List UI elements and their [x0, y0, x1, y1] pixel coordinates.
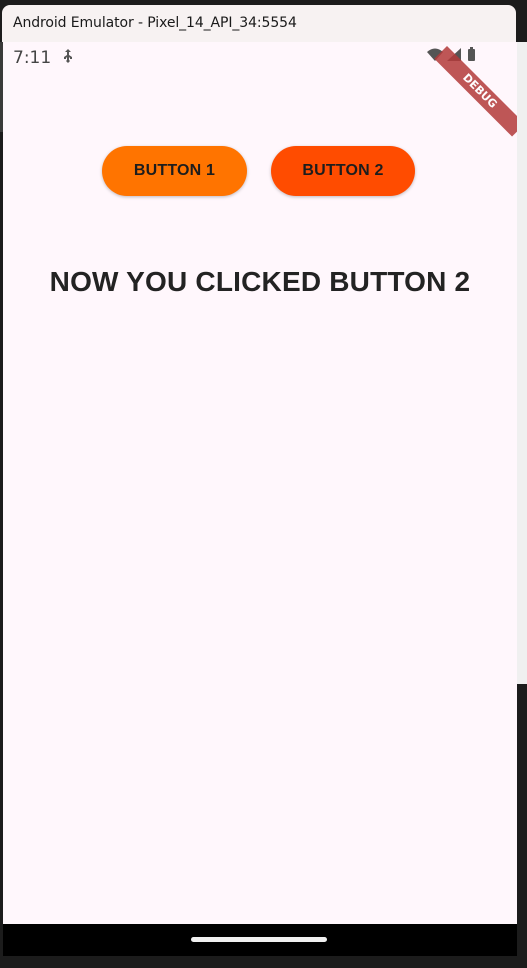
button-1[interactable]: BUTTON 1 — [102, 146, 247, 196]
clicked-message: NOW YOU CLICKED BUTTON 2 — [49, 266, 471, 297]
button-2[interactable]: BUTTON 2 — [271, 146, 415, 196]
window-title: Android Emulator - Pixel_14_API_34:5554 — [13, 15, 297, 31]
battery-icon — [468, 47, 475, 61]
window-right-edge-dark — [517, 684, 527, 968]
device-screen: 7:11 DEBUG BUTTON 1 BUTTON 2 NOW YOU CLI… — [3, 42, 517, 924]
window-titlebar[interactable]: Android Emulator - Pixel_14_API_34:5554 — [2, 5, 516, 42]
window-bottom-edge — [0, 956, 527, 968]
emulator-window: Android Emulator - Pixel_14_API_34:5554 … — [0, 0, 527, 968]
home-gesture-handle[interactable] — [191, 937, 327, 942]
window-right-edge — [517, 42, 527, 684]
navigation-bar — [3, 924, 517, 956]
status-time: 7:11 — [13, 48, 52, 68]
usb-debug-icon — [64, 49, 72, 63]
